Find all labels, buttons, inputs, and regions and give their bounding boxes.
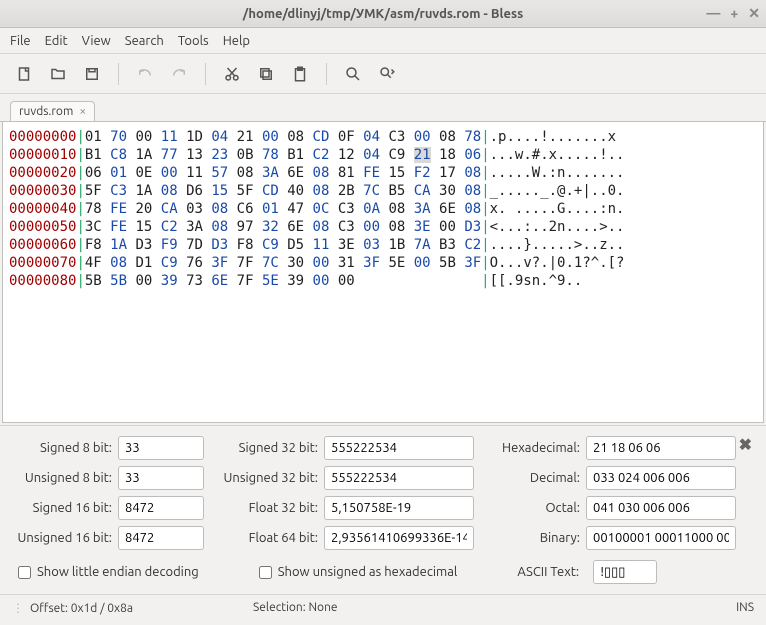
dec-label: Decimal: — [484, 471, 580, 485]
unsigned16-label: Unsigned 16 bit: — [16, 531, 112, 545]
float32-label: Float 32 bit: — [214, 501, 318, 515]
undo-icon[interactable] — [131, 60, 159, 88]
minimize-button[interactable]: — — [706, 5, 720, 22]
ascii-label: ASCII Text: — [517, 565, 587, 579]
hex-row[interactable]: 00000080|5B 5B 00 39 73 6E 7F 5E 39 00 0… — [9, 272, 757, 290]
menu-edit[interactable]: Edit — [45, 34, 68, 48]
paste-icon[interactable] — [286, 60, 314, 88]
hex-row[interactable]: 00000010|B1 C8 1A 77 13 23 0B 78 B1 C2 1… — [9, 146, 757, 164]
open-icon[interactable] — [44, 60, 72, 88]
unsigned32-field[interactable] — [324, 466, 474, 490]
new-icon[interactable] — [10, 60, 38, 88]
dec-field[interactable] — [586, 466, 736, 490]
unsigned-hex-checkbox[interactable]: Show unsigned as hexadecimal — [259, 565, 458, 579]
status-selection: Selection: None — [253, 601, 338, 614]
signed16-field[interactable] — [118, 496, 204, 520]
toolbar — [0, 54, 766, 94]
signed16-label: Signed 16 bit: — [16, 501, 112, 515]
save-icon[interactable] — [78, 60, 106, 88]
signed8-label: Signed 8 bit: — [16, 441, 112, 455]
data-inspector: ✖ Signed 8 bit: Signed 32 bit: Hexadecim… — [0, 425, 766, 594]
ascii-field[interactable] — [593, 560, 657, 584]
titlebar: /home/dlinyj/tmp/УМК/asm/ruvds.rom - Ble… — [0, 0, 766, 28]
status-offset: Offset: 0x1d / 0x8a — [12, 601, 133, 615]
signed32-label: Signed 32 bit: — [214, 441, 318, 455]
oct-field[interactable] — [586, 496, 736, 520]
unsigned32-label: Unsigned 32 bit: — [214, 471, 318, 485]
little-endian-checkbox[interactable]: Show little endian decoding — [18, 565, 199, 579]
maximize-button[interactable]: + — [730, 5, 738, 22]
menu-file[interactable]: File — [10, 34, 31, 48]
tab-row: ruvds.rom × — [0, 94, 766, 122]
hex-row[interactable]: 00000070|4F 08 D1 C9 76 3F 7F 7C 30 00 3… — [9, 254, 757, 272]
inspector-clear-icon[interactable]: ✖ — [739, 435, 752, 454]
menu-search[interactable]: Search — [125, 34, 164, 48]
signed32-field[interactable] — [324, 436, 474, 460]
hex-row[interactable]: 00000040|78 FE 20 CA 03 08 C6 01 47 0C C… — [9, 200, 757, 218]
cut-icon[interactable] — [218, 60, 246, 88]
unsigned8-label: Unsigned 8 bit: — [16, 471, 112, 485]
float64-label: Float 64 bit: — [214, 531, 318, 545]
hex-label: Hexadecimal: — [484, 441, 580, 455]
window-title: /home/dlinyj/tmp/УМК/asm/ruvds.rom - Ble… — [243, 7, 523, 21]
tab-label: ruvds.rom — [19, 105, 73, 118]
signed8-field[interactable] — [118, 436, 204, 460]
menu-tools[interactable]: Tools — [178, 34, 209, 48]
copy-icon[interactable] — [252, 60, 280, 88]
tab-close-icon[interactable]: × — [79, 105, 86, 118]
unsigned8-field[interactable] — [118, 466, 204, 490]
menubar: File Edit View Search Tools Help — [0, 28, 766, 54]
search-replace-icon[interactable] — [373, 60, 401, 88]
hex-row[interactable]: 00000060|F8 1A D3 F9 7D D3 F8 C9 D5 11 3… — [9, 236, 757, 254]
hex-row[interactable]: 00000000|01 70 00 11 1D 04 21 00 08 CD 0… — [9, 128, 757, 146]
hex-row[interactable]: 00000020|06 01 0E 00 11 57 08 3A 6E 08 8… — [9, 164, 757, 182]
status-bar: Offset: 0x1d / 0x8a Selection: None INS — [0, 594, 766, 620]
hex-view[interactable]: 00000000|01 70 00 11 1D 04 21 00 08 CD 0… — [2, 121, 764, 423]
redo-icon[interactable] — [165, 60, 193, 88]
hex-field[interactable] — [586, 436, 736, 460]
hex-row[interactable]: 00000050|3C FE 15 C2 3A 08 97 32 6E 08 C… — [9, 218, 757, 236]
unsigned16-field[interactable] — [118, 526, 204, 550]
close-button[interactable]: ✕ — [748, 5, 760, 22]
bin-field[interactable] — [586, 526, 736, 550]
float32-field[interactable] — [324, 496, 474, 520]
menu-view[interactable]: View — [82, 34, 111, 48]
bin-label: Binary: — [484, 531, 580, 545]
oct-label: Octal: — [484, 501, 580, 515]
status-mode: INS — [736, 601, 754, 614]
float64-field[interactable] — [324, 526, 474, 550]
menu-help[interactable]: Help — [223, 34, 250, 48]
hex-row[interactable]: 00000030|5F C3 1A 08 D6 15 5F CD 40 08 2… — [9, 182, 757, 200]
file-tab[interactable]: ruvds.rom × — [10, 101, 95, 121]
search-icon[interactable] — [339, 60, 367, 88]
